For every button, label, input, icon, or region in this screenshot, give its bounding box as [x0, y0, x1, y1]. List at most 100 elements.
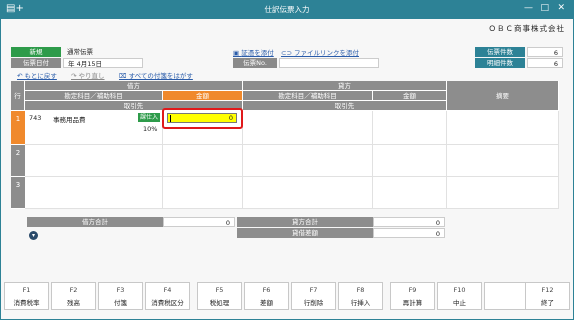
debit-account-cell[interactable] [25, 177, 163, 209]
fkey-code: F12 [541, 286, 554, 294]
fkey-code: F10 [453, 286, 466, 294]
fkey-code: F2 [69, 286, 78, 294]
slip-no-label: 伝票No. [233, 58, 277, 68]
slip-count: 6 [527, 47, 563, 57]
minimize-icon[interactable]: — [524, 3, 533, 13]
date-field[interactable]: 年 4月15日 [63, 58, 143, 68]
new-badge: 新規 [11, 47, 61, 57]
maximize-icon[interactable]: □ [540, 3, 549, 13]
debit-amount-header: 金額 [163, 91, 243, 101]
credit-account-cell[interactable] [243, 145, 373, 177]
sticky-note-icon: ⌧ [119, 72, 129, 80]
account-name: 事務用品費 [53, 116, 86, 124]
credit-total-label: 貸方合計 [237, 217, 373, 227]
company-name: ＯＢＣ商事株式会社 [488, 24, 565, 33]
close-icon[interactable]: ✕ [557, 3, 565, 13]
f6-button[interactable]: F6 差額 [244, 282, 289, 310]
remove-all-label: すべての付箋をはがす [128, 72, 193, 80]
detail-count-label: 明細件数 [475, 58, 525, 68]
f4-button[interactable]: F4 消費税区分 [145, 282, 190, 310]
redo-icon: ↷ [71, 72, 79, 80]
fkey-code: F9 [408, 286, 417, 294]
title-bar: ▤+ 仕訳伝票入力 — □ ✕ [1, 1, 573, 19]
balance-diff-label: 貸借差額 [237, 228, 373, 238]
row-header: 行 [11, 81, 25, 111]
focus-highlight [162, 108, 243, 129]
balance-diff: 0 [373, 228, 445, 238]
summary-cell[interactable] [447, 111, 559, 145]
debit-account-cell[interactable] [25, 145, 163, 177]
f10-button[interactable]: F10 中止 [437, 282, 482, 310]
debit-total: 0 [163, 217, 235, 227]
credit-amount-cell[interactable] [373, 145, 447, 177]
undo-icon: ↶ [17, 72, 25, 80]
summary-cell[interactable] [447, 177, 559, 209]
slip-no-field[interactable] [279, 58, 379, 68]
attach-icon: ▣ [233, 49, 242, 57]
fkey-code: F8 [356, 286, 365, 294]
credit-account-cell[interactable] [243, 177, 373, 209]
expand-down-icon[interactable]: ▾ [29, 231, 38, 240]
summary-cell[interactable] [447, 145, 559, 177]
fkey-code: F6 [262, 286, 271, 294]
fkey-code: F7 [309, 286, 318, 294]
slip-type[interactable]: 通常伝票 [63, 47, 145, 57]
f12-button[interactable]: F12 終了 [525, 282, 570, 310]
debit-account-header: 勘定科目／補助科目 [25, 91, 163, 101]
attach-file-link[interactable]: ⊂⊃ ファイルリンクを添付 [281, 47, 359, 57]
credit-client-header: 取引先 [243, 101, 447, 111]
fkey-code: F1 [22, 286, 31, 294]
tax-rate: 10% [143, 125, 158, 133]
redo-label: やり直し [78, 72, 105, 80]
fkey-label: 残高 [67, 299, 80, 307]
fkey-label: 行削除 [303, 299, 324, 307]
fkey-label: 終了 [541, 299, 554, 307]
undo-link[interactable]: ↶ もとに戻す [17, 70, 57, 80]
f7-button[interactable]: F7 行削除 [291, 282, 336, 310]
row-number[interactable]: 1 [11, 111, 25, 145]
f3-button[interactable]: F3 付箋 [98, 282, 143, 310]
summary-header: 摘要 [447, 81, 559, 111]
credit-header: 貸方 [243, 81, 447, 91]
fkey-label: 差額 [260, 299, 273, 307]
attach-slip-label: 証憑を添付 [241, 49, 274, 57]
window-title: 仕訳伝票入力 [264, 5, 310, 14]
f5-button[interactable]: F5 税処理 [197, 282, 242, 310]
credit-amount-cell[interactable] [373, 111, 447, 145]
f8-button[interactable]: F8 行挿入 [338, 282, 383, 310]
fkey-label: 税処理 [209, 299, 230, 307]
debit-header: 借方 [25, 81, 243, 91]
credit-account-cell[interactable] [243, 111, 373, 145]
credit-amount-cell[interactable] [373, 177, 447, 209]
undo-label: もとに戻す [24, 72, 57, 80]
function-key-bar: F1 消費税率 F2 残高 F3 付箋 F4 消費税区分 F5 税処理 F6 差額 F7 行削… [1, 282, 573, 311]
f1-button[interactable]: F1 消費税率 [4, 282, 49, 310]
credit-account-header: 勘定科目／補助科目 [243, 91, 373, 101]
fkey-label: 消費税区分 [151, 299, 184, 307]
redo-link[interactable]: ↷ やり直し [71, 70, 105, 80]
fkey-label: 行挿入 [350, 299, 371, 307]
fkey-code: F4 [163, 286, 172, 294]
f2-button[interactable]: F2 残高 [51, 282, 96, 310]
account-code: 743 [29, 114, 42, 122]
credit-total: 0 [373, 217, 445, 227]
f11-button[interactable] [484, 282, 529, 310]
row-number[interactable]: 2 [11, 145, 25, 177]
fkey-code: F5 [215, 286, 224, 294]
credit-amount-header: 金額 [373, 91, 447, 101]
tax-category-badge[interactable]: 課仕入 [138, 113, 161, 122]
fkey-label: 消費税率 [13, 299, 40, 307]
row-number[interactable]: 3 [11, 177, 25, 209]
debit-amount-cell[interactable] [163, 145, 243, 177]
fkey-code: F3 [116, 286, 125, 294]
fkey-label: 再計算 [402, 299, 423, 307]
debit-total-label: 借方合計 [27, 217, 163, 227]
fkey-label: 中止 [453, 299, 466, 307]
attach-slip-link[interactable]: ▣ 証憑を添付 [233, 47, 274, 57]
f9-button[interactable]: F9 再計算 [390, 282, 435, 310]
journal-entry-window: ▤+ 仕訳伝票入力 — □ ✕ ＯＢＣ商事株式会社 新規 通常伝票 伝票日付 年… [0, 0, 574, 320]
detail-count: 6 [527, 58, 563, 68]
remove-all-stickies-link[interactable]: ⌧ すべての付箋をはがす [119, 70, 193, 80]
slip-count-label: 伝票件数 [475, 47, 525, 57]
debit-amount-cell[interactable] [163, 177, 243, 209]
